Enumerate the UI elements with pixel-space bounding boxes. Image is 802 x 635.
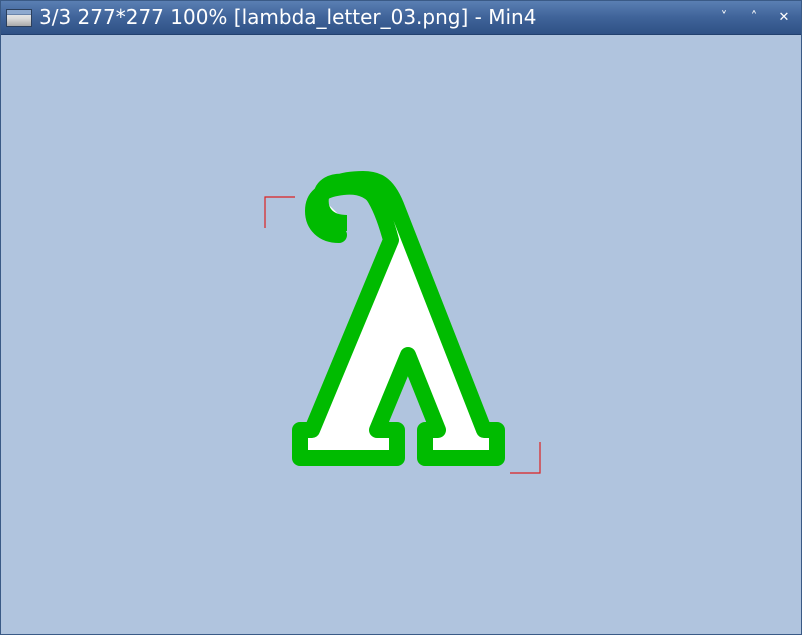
window-app-icon[interactable] [6,8,32,27]
window-title: 3/3 277*277 100% [lambda_letter_03.png] … [39,5,537,29]
window-controls: ˅ ˄ ✕ [707,1,797,34]
selection-corner-bottom-right [510,442,541,474]
image-viewport[interactable] [1,35,801,634]
viewer-window: 3/3 277*277 100% [lambda_letter_03.png] … [0,0,802,635]
lambda-letter-image [292,171,505,466]
minimize-button[interactable]: ˅ [711,5,737,31]
maximize-button[interactable]: ˄ [741,5,767,31]
image-canvas [264,171,541,474]
title-bar[interactable]: 3/3 277*277 100% [lambda_letter_03.png] … [1,1,801,35]
close-button[interactable]: ✕ [771,5,797,31]
selection-corner-top-left [264,196,295,228]
